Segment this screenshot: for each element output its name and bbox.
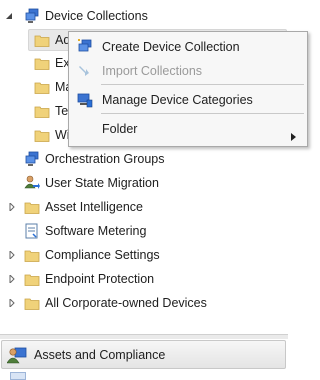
folder-icon — [34, 32, 50, 48]
tree-item-label: Endpoint Protection — [45, 272, 155, 286]
folder-icon — [34, 79, 50, 95]
device-collections-icon — [24, 8, 40, 24]
tree-item-label: Software Metering — [45, 224, 147, 238]
folder-icon — [24, 247, 40, 263]
menu-item-create-device-collection[interactable]: Create Device Collection — [69, 35, 307, 59]
tree-item-user-state-migration[interactable]: User State Migration — [24, 172, 159, 194]
tree-item-label: Device Collections — [45, 9, 148, 23]
folder-icon — [34, 103, 50, 119]
tree-item-endpoint-protection[interactable]: Endpoint Protection — [7, 268, 154, 290]
software-metering-icon — [24, 223, 40, 239]
tree-item-label: All Corporate-owned Devices — [45, 296, 207, 310]
context-menu: Create Device Collection Import Collecti… — [68, 31, 308, 147]
tree-item-label: Compliance Settings — [45, 248, 160, 262]
menu-item-label: Manage Device Categories — [102, 93, 253, 107]
menu-item-label: Import Collections — [102, 64, 203, 78]
expand-arrow-icon[interactable] — [7, 292, 17, 314]
folder-icon — [34, 55, 50, 71]
tree-item-asset-intelligence[interactable]: Asset Intelligence — [7, 196, 143, 218]
device-categories-icon — [77, 92, 93, 108]
tree-item-child-folder[interactable]: Ma — [29, 76, 72, 98]
tree-item-orchestration-groups[interactable]: Orchestration Groups — [24, 148, 165, 170]
tree-item-compliance-settings[interactable]: Compliance Settings — [7, 244, 160, 266]
collapse-arrow-icon[interactable] — [4, 5, 14, 27]
tree-item-label: User State Migration — [45, 176, 159, 190]
folder-icon — [34, 127, 50, 143]
assets-and-compliance-icon — [6, 345, 27, 365]
expand-arrow-icon[interactable] — [7, 196, 17, 218]
user-migration-icon — [24, 175, 40, 191]
folder-icon — [24, 295, 40, 311]
folder-icon — [24, 271, 40, 287]
folder-icon — [24, 199, 40, 215]
create-collection-icon — [77, 39, 93, 55]
menu-item-folder[interactable]: Folder — [69, 117, 307, 141]
tree-item-software-metering[interactable]: Software Metering — [24, 220, 146, 242]
menu-item-import-collections: Import Collections — [69, 59, 307, 83]
menu-item-label: Folder — [102, 122, 138, 136]
workspace-button-label: Assets and Compliance — [34, 347, 166, 362]
menu-item-manage-device-categories[interactable]: Manage Device Categories — [69, 88, 307, 112]
tree-item-label: Orchestration Groups — [45, 152, 165, 166]
next-workspace-icon[interactable] — [10, 372, 26, 380]
tree-item-child-folder[interactable]: Wi — [29, 124, 70, 146]
menu-separator — [101, 84, 304, 85]
expand-arrow-icon[interactable] — [7, 244, 17, 266]
import-arrow-icon — [77, 63, 93, 79]
workspace-button-assets-and-compliance[interactable]: Assets and Compliance — [1, 340, 286, 369]
menu-item-label: Create Device Collection — [102, 40, 240, 54]
tree-item-device-collections[interactable]: Device Collections — [4, 5, 148, 27]
orchestration-groups-icon — [24, 151, 40, 167]
expand-arrow-icon[interactable] — [7, 268, 17, 290]
pane-divider[interactable] — [0, 334, 288, 339]
tree-item-all-corporate-owned-devices[interactable]: All Corporate-owned Devices — [7, 292, 207, 314]
tree-item-label: Asset Intelligence — [45, 200, 143, 214]
submenu-arrow-icon — [291, 125, 296, 149]
menu-separator — [101, 113, 304, 114]
